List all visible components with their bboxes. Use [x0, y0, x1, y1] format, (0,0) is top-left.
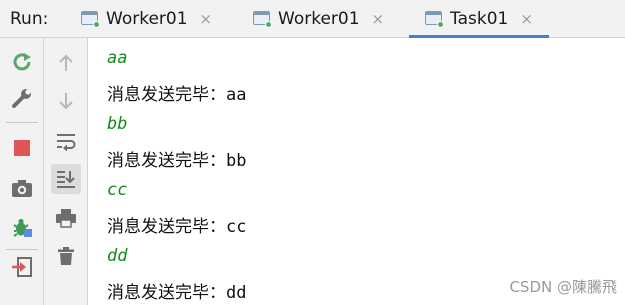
console-input-line: dd: [107, 246, 128, 266]
output-prefix: 消息发送完毕：: [107, 151, 226, 171]
output-prefix: 消息发送完毕：: [107, 85, 226, 105]
run-config-icon: [424, 10, 444, 28]
run-config-icon: [252, 10, 272, 28]
console-input-line: bb: [107, 114, 128, 134]
close-icon[interactable]: ×: [372, 10, 385, 28]
separator: [6, 249, 38, 250]
console-input-line: cc: [107, 180, 128, 200]
tab-label: Worker01: [106, 9, 188, 29]
wrench-icon[interactable]: [7, 83, 37, 113]
close-icon[interactable]: ×: [520, 10, 533, 28]
exit-icon[interactable]: [7, 252, 37, 282]
tab-task01[interactable]: Task01 ×: [409, 0, 549, 38]
tab-worker01-1[interactable]: Worker01 ×: [80, 0, 212, 38]
run-toolbar-primary: [0, 38, 44, 305]
tab-label: Task01: [450, 9, 509, 29]
trash-icon[interactable]: [51, 241, 81, 271]
console-input-line: aa: [107, 48, 128, 68]
console-output-line: 消息发送完毕：bb: [107, 146, 246, 171]
up-arrow-icon[interactable]: [51, 48, 81, 78]
run-config-icon: [80, 10, 100, 28]
camera-icon[interactable]: [7, 173, 37, 203]
run-toolbar-secondary: [44, 38, 88, 305]
output-prefix: 消息发送完毕：: [107, 217, 226, 237]
output-value: bb: [226, 151, 247, 171]
stop-icon[interactable]: [7, 133, 37, 163]
down-arrow-icon[interactable]: [51, 86, 81, 116]
soft-wrap-icon[interactable]: [51, 126, 81, 156]
output-prefix: 消息发送完毕：: [107, 283, 226, 303]
output-value: dd: [226, 283, 247, 303]
tab-label: Worker01: [278, 9, 360, 29]
output-value: aa: [226, 85, 247, 105]
watermark: CSDN @陳騰飛: [509, 278, 617, 296]
console-output-line: 消息发送完毕：dd: [107, 278, 246, 303]
run-label: Run:: [10, 9, 49, 29]
debug-icon[interactable]: [7, 213, 37, 243]
run-tab-bar: Run: Worker01 × Worker01 × Task01 ×: [0, 0, 625, 38]
output-value: cc: [226, 217, 247, 237]
close-icon[interactable]: ×: [200, 10, 213, 28]
rerun-icon[interactable]: [7, 47, 37, 77]
console-output-line: 消息发送完毕：aa: [107, 80, 246, 105]
scroll-to-end-icon[interactable]: [51, 164, 81, 194]
console-output[interactable]: aa 消息发送完毕：aa bb 消息发送完毕：bb cc 消息发送完毕：cc d…: [89, 38, 625, 305]
tab-worker01-2[interactable]: Worker01 ×: [252, 0, 384, 38]
print-icon[interactable]: [51, 203, 81, 233]
console-output-line: 消息发送完毕：cc: [107, 212, 246, 237]
separator: [6, 122, 38, 123]
